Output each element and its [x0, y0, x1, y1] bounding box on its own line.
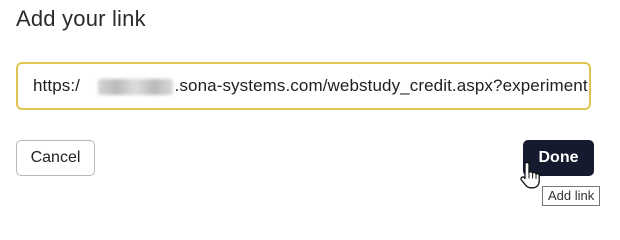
add-link-tooltip: Add link — [542, 186, 601, 206]
redacted-text-blur — [98, 79, 173, 95]
cancel-button[interactable]: Cancel — [16, 140, 95, 176]
dialog-title: Add your link — [16, 6, 146, 31]
hand-pointer-icon — [520, 161, 540, 189]
add-link-dialog: Add your link Cancel Done Add link — [0, 0, 620, 208]
url-field-wrapper — [16, 62, 591, 110]
